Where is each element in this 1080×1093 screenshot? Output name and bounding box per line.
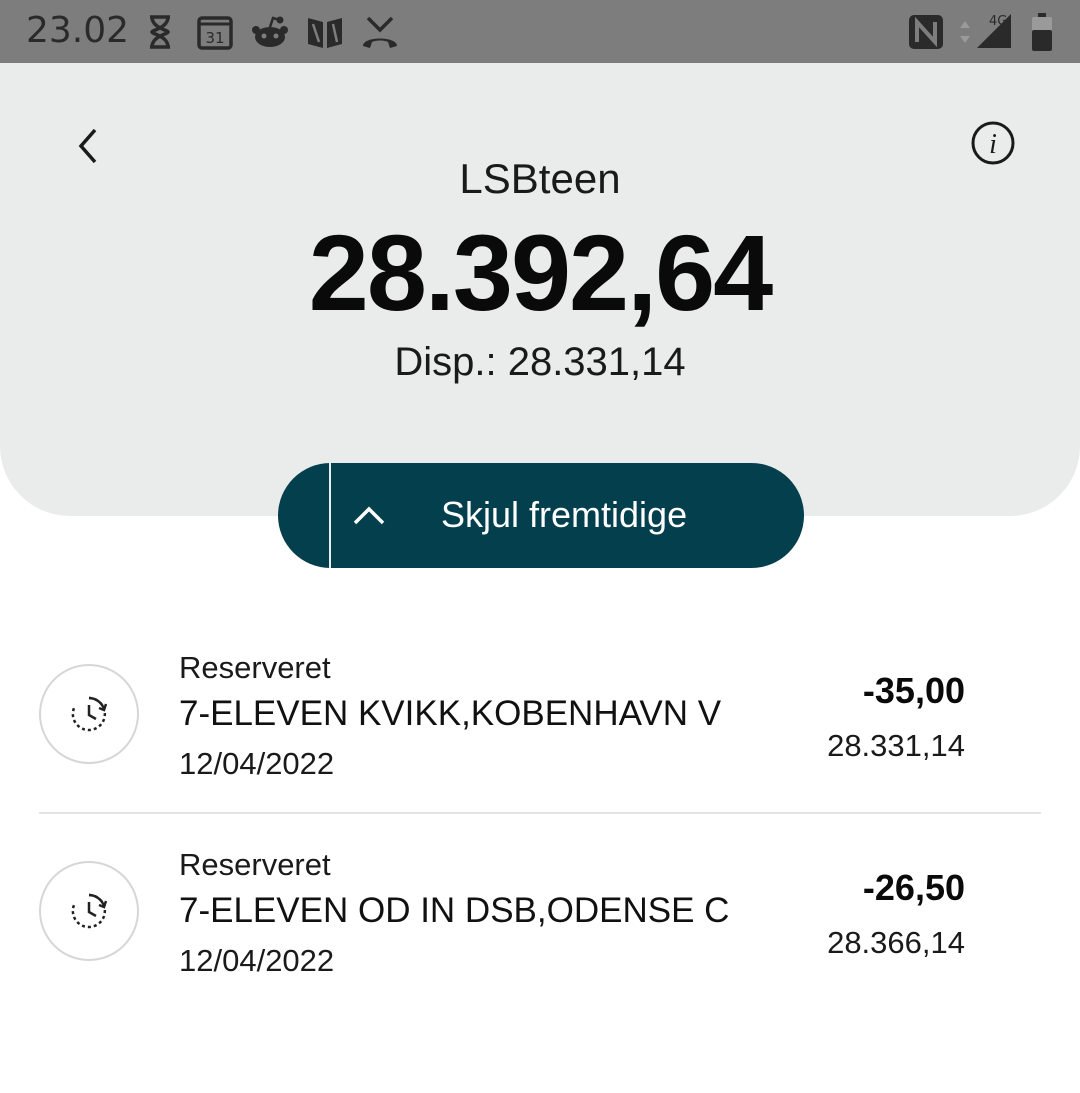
account-balance: 28.392,64 <box>308 212 773 333</box>
transaction-running-balance: 28.366,14 <box>827 925 965 960</box>
battery-icon <box>1030 12 1054 52</box>
button-divider <box>329 463 331 568</box>
transaction-merchant: 7-ELEVEN OD IN DSB,ODENSE C <box>179 891 730 930</box>
transaction-merchant: 7-ELEVEN KVIKK,KOBENHAVN V <box>179 694 722 733</box>
hide-future-label: Skjul fremtidige <box>441 494 688 535</box>
transaction-status: Reserveret <box>179 650 331 685</box>
status-time: 23.02 <box>26 10 130 51</box>
nfc-icon <box>906 12 946 52</box>
available-balance: Disp.: 28.331,14 <box>394 340 686 384</box>
missed-call-icon <box>360 12 400 52</box>
transaction-date: 12/04/2022 <box>179 746 335 781</box>
hourglass-icon <box>140 12 180 52</box>
status-bar: 23.02 31 4G <box>0 0 1080 63</box>
calendar-icon: 31 <box>195 12 235 52</box>
network-type: 4G <box>989 14 1007 29</box>
transaction-amount: -35,00 <box>862 670 965 711</box>
chevron-up-icon <box>353 506 385 525</box>
account-name: LSBteen <box>459 155 621 202</box>
reddit-icon <box>250 12 290 52</box>
transaction-row[interactable]: Reserveret 7-ELEVEN OD IN DSB,ODENSE C 1… <box>0 837 1080 1007</box>
transaction-running-balance: 28.331,14 <box>827 728 965 763</box>
transaction-amount: -26,50 <box>862 867 965 908</box>
transaction-row[interactable]: Reserveret 7-ELEVEN KVIKK,KOBENHAVN V 12… <box>0 640 1080 810</box>
book-icon <box>305 12 345 52</box>
hide-future-button[interactable]: Skjul fremtidige <box>278 463 804 568</box>
pending-clock-icon <box>39 664 139 764</box>
signal-icon: 4G <box>955 12 1015 52</box>
row-divider <box>39 812 1041 814</box>
calendar-day: 31 <box>205 29 224 47</box>
pending-clock-icon <box>39 861 139 961</box>
transaction-status: Reserveret <box>179 847 331 882</box>
transaction-date: 12/04/2022 <box>179 943 335 978</box>
